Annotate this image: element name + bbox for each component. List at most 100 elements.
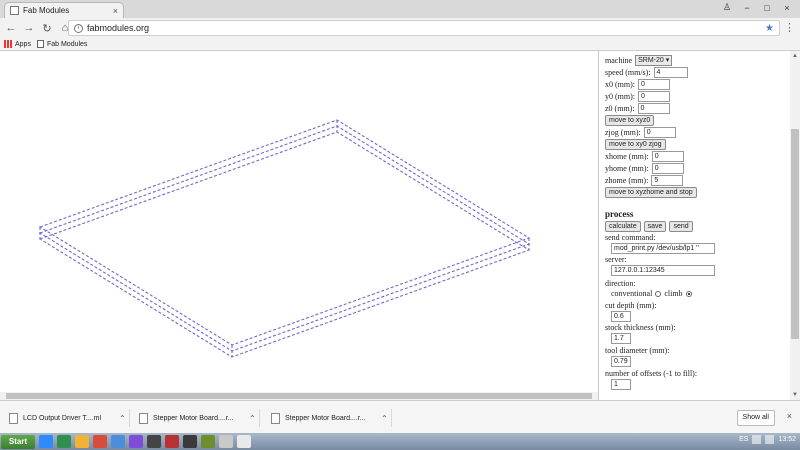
download-name: Stepper Motor Board....r... xyxy=(285,414,366,422)
folder-icon[interactable] xyxy=(75,435,89,448)
volume-icon[interactable] xyxy=(765,435,775,444)
address-bar: ← → ↻ ⌂ i fabmodules.org ★ ⋮ xyxy=(0,18,800,38)
menu-icon[interactable]: ⋮ xyxy=(784,21,795,34)
speed-row: speed (mm/s): 4 xyxy=(605,67,688,78)
page-icon xyxy=(10,6,19,15)
back-icon[interactable]: ← xyxy=(4,21,18,35)
move-to-xyz0-button[interactable]: move to xyz0 xyxy=(605,115,655,126)
download-item[interactable]: Stepper Motor Board....r... ⌃ xyxy=(134,409,260,427)
move-zjog-row: move to xy0 zjog xyxy=(605,139,666,150)
minimize-icon[interactable]: − xyxy=(738,1,756,14)
machine-row: machine SRM-20 ▾ xyxy=(605,55,673,66)
tool-diameter-input[interactable]: 0.79 xyxy=(611,356,631,367)
maximize-icon[interactable]: □ xyxy=(758,1,776,14)
app-icon[interactable] xyxy=(165,435,179,448)
zjog-label: zjog (mm): xyxy=(605,128,641,137)
taskbar: Start ES 13:52 xyxy=(0,433,800,450)
bookmark-fab-modules[interactable]: Fab Modules xyxy=(36,40,87,48)
scrollbar-thumb[interactable] xyxy=(791,129,799,339)
speed-label: speed (mm/s): xyxy=(605,68,651,77)
x0-input[interactable]: 0 xyxy=(638,79,670,90)
send-command-label: send command: xyxy=(605,233,656,242)
zjog-input[interactable]: 0 xyxy=(643,127,676,138)
app-icon[interactable] xyxy=(219,435,233,448)
bookmark-apps[interactable]: Apps xyxy=(4,40,31,48)
cut-depth-row: 0.6 xyxy=(611,311,631,322)
xhome-label: xhome (mm): xyxy=(605,152,649,161)
file-icon xyxy=(9,412,18,424)
send-button[interactable]: send xyxy=(669,221,693,232)
system-tray: ES 13:52 xyxy=(739,435,796,444)
chrome-icon[interactable] xyxy=(111,435,125,448)
yhome-row: yhome (mm): 0 xyxy=(605,163,684,174)
app-icon[interactable] xyxy=(201,435,215,448)
media-icon[interactable] xyxy=(57,435,71,448)
show-all-button[interactable]: Show all xyxy=(736,410,775,426)
chrome-icon[interactable] xyxy=(237,435,251,448)
yhome-label: yhome (mm): xyxy=(605,164,649,173)
x0-row: x0 (mm): 0 xyxy=(605,79,670,90)
horizontal-scrollbar[interactable] xyxy=(0,392,598,400)
save-button[interactable]: save xyxy=(643,221,667,232)
app-icon[interactable] xyxy=(183,435,197,448)
machine-select[interactable]: SRM-20 ▾ xyxy=(635,55,673,66)
conventional-radio[interactable] xyxy=(655,290,662,297)
cut-depth-input[interactable]: 0.6 xyxy=(611,311,631,322)
yhome-input[interactable]: 0 xyxy=(651,163,684,174)
offsets-input[interactable]: 1 xyxy=(611,379,631,390)
server-input[interactable]: 127.0.0.1:12345 xyxy=(611,265,715,276)
conventional-label: conventional xyxy=(611,289,653,298)
forward-icon[interactable]: → xyxy=(22,21,36,35)
y0-input[interactable]: 0 xyxy=(638,91,670,102)
start-button[interactable]: Start xyxy=(1,434,35,449)
climb-radio[interactable] xyxy=(685,290,692,297)
url-text: fabmodules.org xyxy=(87,23,150,33)
move-to-xy0-zjog-button[interactable]: move to xy0 zjog xyxy=(605,139,666,150)
download-item[interactable]: LCD Output Driver T....ml ⌃ xyxy=(4,409,130,427)
tab-title: Fab Modules xyxy=(23,6,70,15)
scroll-down-icon[interactable]: ▼ xyxy=(790,390,800,400)
xhome-input[interactable]: 0 xyxy=(651,151,684,162)
tool-diameter-row: 0.79 xyxy=(611,356,631,367)
move-to-home-button[interactable]: move to xyzhome and stop xyxy=(605,187,697,198)
speed-input[interactable]: 4 xyxy=(653,67,688,78)
direction-options: conventional climb xyxy=(611,289,692,298)
bookmark-label: Apps xyxy=(15,40,31,48)
chevron-up-icon[interactable]: ⌃ xyxy=(381,414,391,423)
calculate-button[interactable]: calculate xyxy=(605,221,641,232)
tab-close-icon[interactable]: × xyxy=(113,6,118,16)
app-icon[interactable] xyxy=(147,435,161,448)
vertical-scrollbar[interactable]: ▲ ▼ xyxy=(790,51,800,400)
url-field[interactable]: i fabmodules.org ★ xyxy=(68,20,780,36)
page-icon xyxy=(36,40,44,48)
z0-row: z0 (mm): 0 xyxy=(605,103,670,114)
profile-icon[interactable]: ♙ xyxy=(718,1,736,14)
zhome-label: zhome (mm): xyxy=(605,176,649,185)
network-icon[interactable] xyxy=(752,435,762,444)
app-icon[interactable] xyxy=(129,435,143,448)
scroll-up-icon[interactable]: ▲ xyxy=(790,51,800,61)
close-downloads-icon[interactable]: × xyxy=(787,411,792,421)
firefox-icon[interactable] xyxy=(93,435,107,448)
star-icon[interactable]: ★ xyxy=(765,23,774,34)
chevron-up-icon[interactable]: ⌃ xyxy=(119,414,129,423)
stock-thickness-row: 1.7 xyxy=(611,333,631,344)
download-item[interactable]: Stepper Motor Board....r... ⌃ xyxy=(266,409,392,427)
zhome-input[interactable]: 5 xyxy=(651,175,684,186)
close-window-icon[interactable]: × xyxy=(778,1,796,14)
stock-thickness-input[interactable]: 1.7 xyxy=(611,333,631,344)
z0-input[interactable]: 0 xyxy=(637,103,670,114)
send-command-input[interactable]: mod_print.py /dev/usb/lp1 '' xyxy=(611,243,715,254)
downloads-bar: LCD Output Driver T....ml ⌃ Stepper Moto… xyxy=(0,400,800,433)
language-indicator[interactable]: ES xyxy=(739,436,748,443)
z0-label: z0 (mm): xyxy=(605,104,635,113)
toolpath-preview[interactable] xyxy=(0,51,598,400)
clock[interactable]: 13:52 xyxy=(778,436,796,443)
tool-diameter-label: tool diameter (mm): xyxy=(605,346,670,355)
ie-icon[interactable] xyxy=(39,435,53,448)
browser-tab[interactable]: Fab Modules × xyxy=(4,2,124,18)
server-row: 127.0.0.1:12345 xyxy=(611,265,715,276)
chevron-up-icon[interactable]: ⌃ xyxy=(249,414,259,423)
info-icon[interactable]: i xyxy=(74,23,83,33)
reload-icon[interactable]: ↻ xyxy=(40,21,54,35)
